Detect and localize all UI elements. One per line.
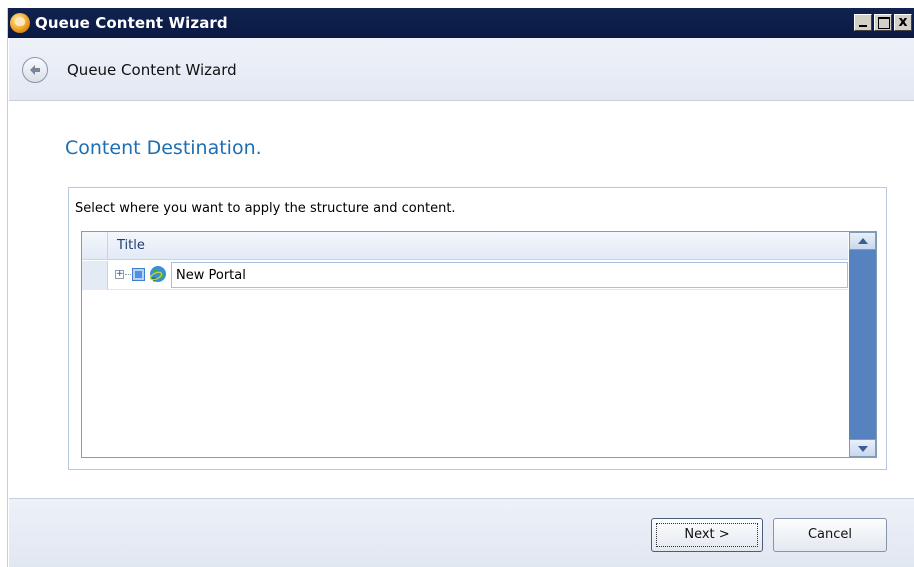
cancel-button[interactable]: Cancel: [773, 518, 887, 552]
close-button[interactable]: x: [894, 14, 912, 31]
window-title: Queue Content Wizard: [35, 14, 228, 32]
minimize-button[interactable]: [854, 14, 872, 31]
wizard-content: Content Destination. Select where you wa…: [9, 101, 914, 498]
row-selector[interactable]: [82, 261, 108, 290]
scroll-down-button[interactable]: [849, 439, 876, 457]
wizard-footer: Next > Cancel: [9, 498, 914, 567]
row-title-cell[interactable]: New Portal: [171, 262, 848, 288]
tree-connector: [125, 274, 131, 275]
table-row[interactable]: + New Portal: [82, 261, 848, 290]
grid-header: Title: [82, 232, 848, 260]
destination-tree-grid[interactable]: Title + New Portal: [81, 231, 877, 458]
globe-icon: [149, 266, 166, 282]
destination-group: Select where you want to apply the struc…: [68, 187, 887, 470]
window-controls: x: [854, 14, 912, 31]
column-header-title[interactable]: Title: [117, 238, 145, 253]
back-arrow-icon: [30, 65, 40, 75]
next-button-label: Next >: [684, 527, 730, 542]
page-heading: Content Destination.: [65, 137, 262, 159]
back-button[interactable]: [22, 57, 48, 83]
header-row-selector: [82, 232, 108, 260]
app-icon: [10, 13, 30, 33]
vertical-scrollbar[interactable]: [849, 232, 876, 457]
wizard-nav-header: Queue Content Wizard: [9, 38, 914, 101]
scroll-up-button[interactable]: [849, 232, 876, 250]
window-titlebar[interactable]: Queue Content Wizard x: [8, 8, 914, 38]
row-checkbox[interactable]: [132, 268, 145, 281]
maximize-button[interactable]: [874, 14, 892, 31]
expand-icon[interactable]: +: [115, 270, 124, 279]
next-button[interactable]: Next >: [651, 518, 763, 552]
window-frame: [0, 8, 8, 567]
instruction-text: Select where you want to apply the struc…: [75, 201, 456, 216]
nav-title: Queue Content Wizard: [67, 61, 237, 79]
